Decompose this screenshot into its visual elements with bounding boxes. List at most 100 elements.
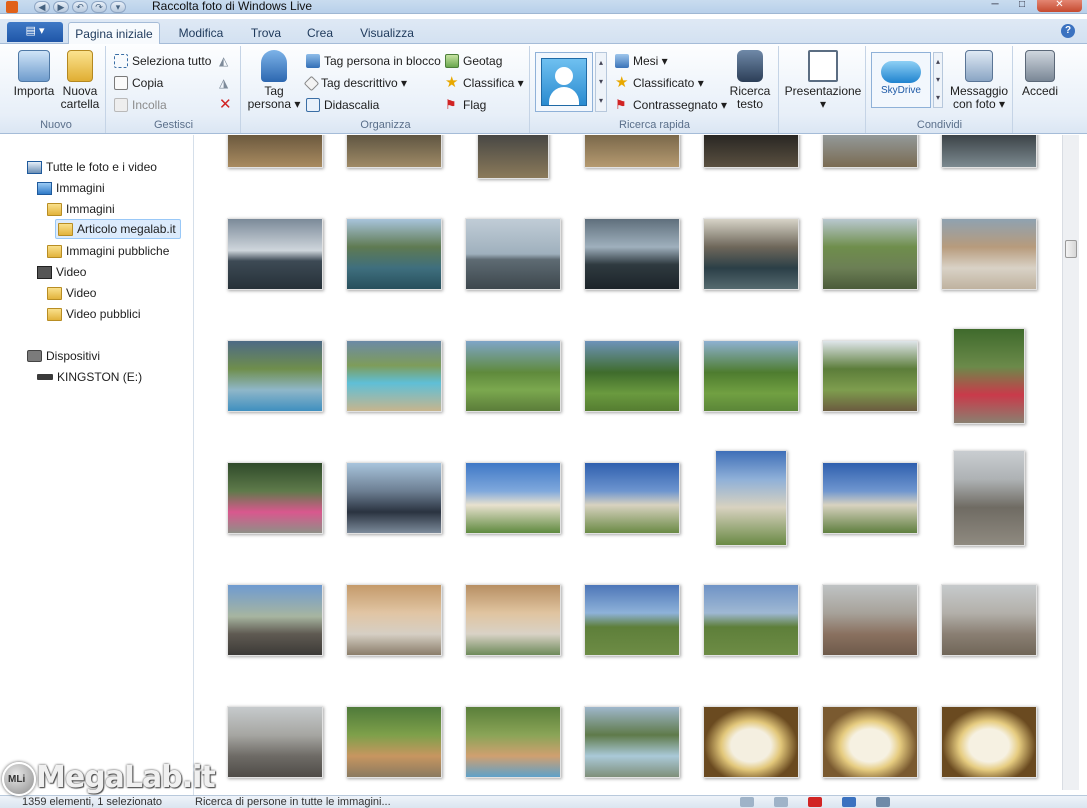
thumbnail-size-icon[interactable] <box>876 797 890 807</box>
copia-button[interactable]: Copia <box>114 74 163 92</box>
photo-thumbnail[interactable] <box>953 450 1025 546</box>
photo-thumbnail[interactable] <box>822 340 918 412</box>
photo-thumbnail[interactable] <box>584 462 680 534</box>
photo-thumbnail[interactable] <box>822 584 918 656</box>
photo-thumbnail[interactable] <box>465 340 561 412</box>
back-icon[interactable]: ◀ <box>34 1 50 13</box>
photo-thumbnail[interactable] <box>346 218 442 290</box>
photo-thumbnail[interactable] <box>227 462 323 534</box>
nav-video-folder[interactable]: Video <box>47 283 96 303</box>
photo-thumbnail[interactable] <box>703 135 799 168</box>
file-menu-button[interactable]: ▤ ▾ <box>7 22 63 42</box>
classificato-button[interactable]: ★ Classificato ▾ <box>615 74 704 92</box>
tab-trova[interactable]: Trova <box>240 24 292 44</box>
nav-immagini-library[interactable]: Immagini <box>37 178 105 198</box>
tab-crea[interactable]: Crea <box>298 24 342 44</box>
scrollbar-thumb[interactable] <box>1065 240 1077 258</box>
nav-immagini-pubbliche[interactable]: Immagini pubbliche <box>47 241 169 261</box>
photo-thumbnail[interactable] <box>715 450 787 546</box>
people-gallery[interactable] <box>535 52 593 112</box>
classifica-button[interactable]: ★ Classifica ▾ <box>445 74 524 92</box>
photo-thumbnail[interactable] <box>465 706 561 778</box>
nav-video-pubblici[interactable]: Video pubblici <box>47 304 141 324</box>
photo-thumbnail[interactable] <box>346 135 442 168</box>
photo-thumbnail[interactable] <box>584 584 680 656</box>
photo-thumbnail[interactable] <box>346 462 442 534</box>
ricerca-testo-button[interactable]: Ricerca testo <box>725 50 775 111</box>
photo-thumbnail[interactable] <box>477 135 549 179</box>
incolla-button[interactable]: Incolla <box>114 96 167 114</box>
photo-thumbnail[interactable] <box>584 340 680 412</box>
photo-thumbnail[interactable] <box>584 218 680 290</box>
redo-icon[interactable]: ↷ <box>91 1 107 13</box>
rotate-left-button[interactable]: ◭ <box>219 52 228 70</box>
nav-video-library[interactable]: Video <box>37 262 86 282</box>
view-details-icon[interactable] <box>842 797 856 807</box>
nav-dispositivi[interactable]: Dispositivi <box>27 346 100 366</box>
photo-thumbnail[interactable] <box>941 584 1037 656</box>
photo-gallery-app-icon[interactable] <box>6 1 18 13</box>
accedi-button[interactable]: Accedi <box>1016 50 1064 98</box>
delete-icon[interactable] <box>808 797 822 807</box>
photo-thumbnail[interactable] <box>227 135 323 168</box>
photo-thumbnail[interactable] <box>941 135 1037 168</box>
photo-thumbnail[interactable] <box>584 706 680 778</box>
tab-pagina-iniziale[interactable]: Pagina iniziale <box>68 22 160 45</box>
photo-thumbnail[interactable] <box>227 706 323 778</box>
photo-thumbnail[interactable] <box>953 328 1025 424</box>
importa-button[interactable]: Importa <box>11 50 57 98</box>
rotate-right-icon[interactable] <box>774 797 788 807</box>
nav-immagini-folder[interactable]: Immagini <box>47 199 115 219</box>
nav-kingston-drive[interactable]: KINGSTON (E:) <box>37 367 142 387</box>
contrassegnato-button[interactable]: ⚑ Contrassegnato ▾ <box>615 96 727 114</box>
mesi-button[interactable]: Mesi ▾ <box>615 52 668 70</box>
tag-persona-blocco-button[interactable]: Tag persona in blocco <box>306 52 441 70</box>
photo-thumbnail[interactable] <box>584 135 680 168</box>
minimize-button[interactable]: ─ <box>982 0 1008 12</box>
tag-persona-button[interactable]: Tag persona ▾ <box>246 50 302 111</box>
tab-modifica[interactable]: Modifica <box>168 24 234 44</box>
seleziona-tutto-button[interactable]: Seleziona tutto <box>114 52 211 70</box>
share-gallery-scroll[interactable]: ▴ ▾ ▾ <box>933 52 943 108</box>
messaggio-con-foto-button[interactable]: Messaggio con foto ▾ <box>947 50 1011 111</box>
presentazione-button[interactable]: Presentazione ▾ <box>782 50 864 111</box>
geotag-button[interactable]: Geotag <box>445 52 502 70</box>
help-icon[interactable]: ? <box>1061 24 1075 38</box>
photo-thumbnail[interactable] <box>227 340 323 412</box>
rotate-left-icon[interactable] <box>740 797 754 807</box>
photo-thumbnail[interactable] <box>465 462 561 534</box>
photo-thumbnail[interactable] <box>227 584 323 656</box>
rotate-right-button[interactable]: ◮ <box>219 74 228 92</box>
delete-button[interactable]: ✕ <box>219 96 232 114</box>
undo-icon[interactable]: ↶ <box>72 1 88 13</box>
photo-thumbnail[interactable] <box>227 218 323 290</box>
nav-articolo-megalab[interactable]: Articolo megalab.it <box>55 219 181 239</box>
photo-thumbnail[interactable] <box>346 584 442 656</box>
nuova-cartella-button[interactable]: Nuova cartella <box>57 50 103 111</box>
photo-thumbnail[interactable] <box>941 218 1037 290</box>
gallery-scrollbar[interactable] <box>1062 135 1079 790</box>
didascalia-button[interactable]: Didascalia <box>306 96 379 114</box>
photo-thumbnail[interactable] <box>703 218 799 290</box>
photo-thumbnail[interactable] <box>822 462 918 534</box>
photo-thumbnail[interactable] <box>822 218 918 290</box>
photo-thumbnail[interactable] <box>346 706 442 778</box>
flag-button[interactable]: ⚑ Flag <box>445 96 486 114</box>
maximize-button[interactable]: □ <box>1010 0 1034 12</box>
photo-thumbnail[interactable] <box>941 706 1037 778</box>
photo-thumbnail[interactable] <box>465 218 561 290</box>
photo-thumbnail[interactable] <box>822 135 918 168</box>
customize-qat-icon[interactable]: ▾ <box>110 1 126 13</box>
people-gallery-scroll[interactable]: ▴ ▾ ▾ <box>595 52 607 112</box>
photo-thumbnail[interactable] <box>822 706 918 778</box>
close-button[interactable]: ✕ <box>1037 0 1082 12</box>
photo-thumbnail[interactable] <box>465 584 561 656</box>
photo-thumbnail[interactable] <box>703 706 799 778</box>
photo-thumbnail[interactable] <box>703 584 799 656</box>
tag-descrittivo-button[interactable]: Tag descrittivo ▾ <box>303 74 407 92</box>
skydrive-button[interactable]: SkyDrive <box>871 52 931 108</box>
photo-thumbnail[interactable] <box>346 340 442 412</box>
photo-thumbnail[interactable] <box>703 340 799 412</box>
nav-tutte-le-foto[interactable]: Tutte le foto e i video <box>27 157 157 177</box>
forward-icon[interactable]: ▶ <box>53 1 69 13</box>
